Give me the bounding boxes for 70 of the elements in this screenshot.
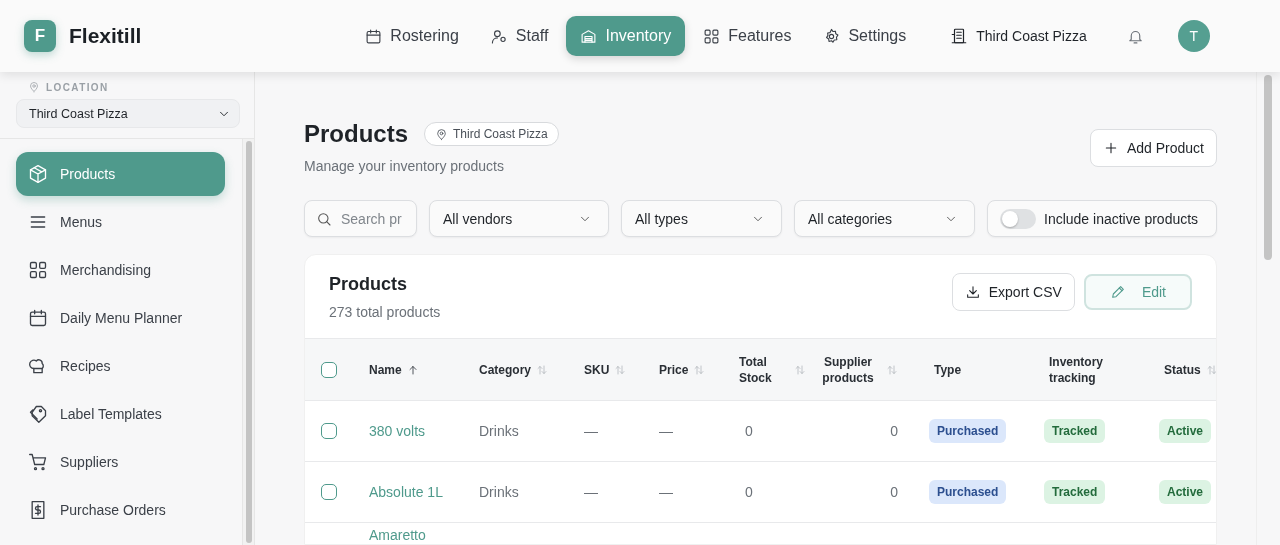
table-cell: Drinks [479, 423, 519, 439]
status-badge: Purchased [929, 419, 1007, 443]
page-subtitle: Manage your inventory products [304, 158, 505, 174]
status-badge: Tracked [1044, 480, 1106, 504]
nav-tab[interactable]: Rostering [351, 16, 473, 56]
row-checkbox[interactable] [321, 484, 337, 500]
column-header[interactable]: Price [659, 362, 689, 377]
calendar-icon [365, 27, 383, 45]
column-header: Type [934, 362, 962, 377]
person-icon [490, 27, 508, 45]
nav-tab[interactable]: Staff [476, 16, 563, 56]
sidebar-item[interactable]: Purchase Orders [16, 488, 225, 532]
sidebar-item[interactable]: Menus [16, 200, 225, 244]
column-header[interactable]: Status [1164, 362, 1201, 377]
table-cell: 0 [890, 423, 898, 439]
location-pin-icon [28, 81, 40, 93]
table-cell: 0 [890, 484, 898, 500]
location-pin-icon [435, 127, 448, 141]
download-icon [964, 284, 981, 300]
sidebar-item[interactable]: Merchandising [16, 248, 225, 292]
page-title: Products [304, 120, 408, 148]
status-badge: Purchased [929, 480, 1007, 504]
sidebar-item[interactable]: Suppliers [16, 440, 225, 484]
location-chip: Third Coast Pizza [424, 122, 559, 146]
add-product-button[interactable]: Add Product [1089, 129, 1217, 167]
column-header[interactable]: SKU [584, 362, 610, 377]
type-select[interactable]: All types [621, 200, 782, 237]
select-all-checkbox[interactable] [321, 361, 337, 378]
table-cell: — [584, 423, 598, 439]
status-badge: Active [1159, 480, 1212, 504]
product-count: 273 total products [329, 304, 441, 320]
sidebar-item[interactable]: Recipes [16, 344, 225, 388]
export-csv-button[interactable]: Export CSV [951, 273, 1075, 311]
building-icon [950, 27, 969, 45]
row-checkbox[interactable] [321, 423, 337, 439]
toggle-label: Include inactive products [1044, 210, 1199, 227]
table-cell: — [584, 484, 598, 500]
table-cell: — [659, 484, 673, 500]
toggle-switch[interactable] [1000, 208, 1036, 229]
grid-icon [703, 27, 721, 45]
cart-icon [28, 452, 48, 472]
warehouse-icon [580, 27, 598, 45]
column-header: Inventory tracking [1049, 353, 1104, 386]
vendor-select[interactable]: All vendors [429, 200, 609, 237]
location-label: LOCATION [46, 81, 109, 93]
nav-tab[interactable]: Settings [809, 16, 921, 56]
column-header[interactable]: Category [479, 362, 531, 377]
box-icon [28, 164, 48, 184]
tag-icon [28, 404, 48, 424]
status-badge: Active [1159, 419, 1212, 443]
calendar-icon [28, 308, 48, 328]
settings-icon [823, 27, 841, 45]
status-badge: Tracked [1044, 419, 1106, 443]
table-cell: Drinks [479, 484, 519, 500]
table-cell: 0 [745, 423, 753, 439]
grid-icon [28, 260, 48, 280]
sidebar-item[interactable]: Daily Menu Planner [16, 296, 225, 340]
pencil-icon [1109, 284, 1126, 300]
app-name: Flexitill [69, 24, 142, 48]
table-cell: 0 [745, 484, 753, 500]
business-switcher[interactable]: Third Coast Pizza [950, 27, 1087, 45]
column-header[interactable]: Name [369, 362, 402, 377]
card-title: Products [329, 274, 408, 295]
category-select[interactable]: All categories [794, 200, 975, 237]
table-cell: — [659, 423, 673, 439]
logo-icon: F [24, 20, 56, 52]
nav-tab[interactable]: Features [689, 16, 806, 56]
sidebar-item[interactable]: Label Templates [16, 392, 225, 436]
location-select[interactable]: Third Coast Pizza [16, 99, 240, 128]
search-field[interactable]: Search pr [304, 200, 417, 237]
